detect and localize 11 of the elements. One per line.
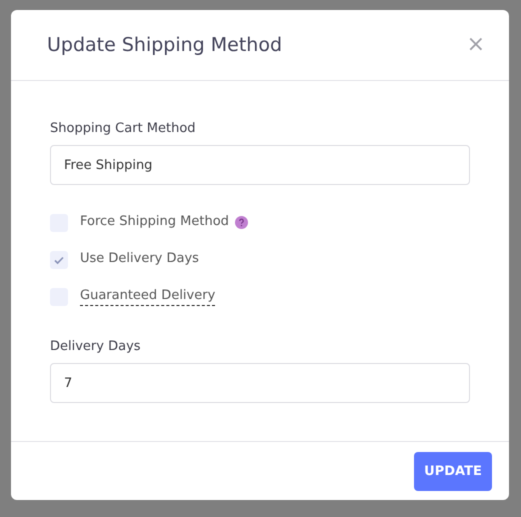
input-field[interactable]: Free Shipping xyxy=(50,145,470,185)
field-label: Delivery Days xyxy=(50,339,142,354)
option-label: Force Shipping Method xyxy=(80,214,229,230)
field-label: Shopping Cart Method xyxy=(50,121,197,136)
dialog-title: Update Shipping Method xyxy=(47,34,282,56)
option-label: Use Delivery Days xyxy=(80,250,199,268)
update-button[interactable]: UPDATE xyxy=(414,452,492,490)
input-field[interactable]: 7 xyxy=(50,363,470,403)
option-label: Guaranteed Delivery xyxy=(80,288,216,306)
checkbox[interactable] xyxy=(50,250,68,268)
help-icon[interactable] xyxy=(234,216,248,229)
